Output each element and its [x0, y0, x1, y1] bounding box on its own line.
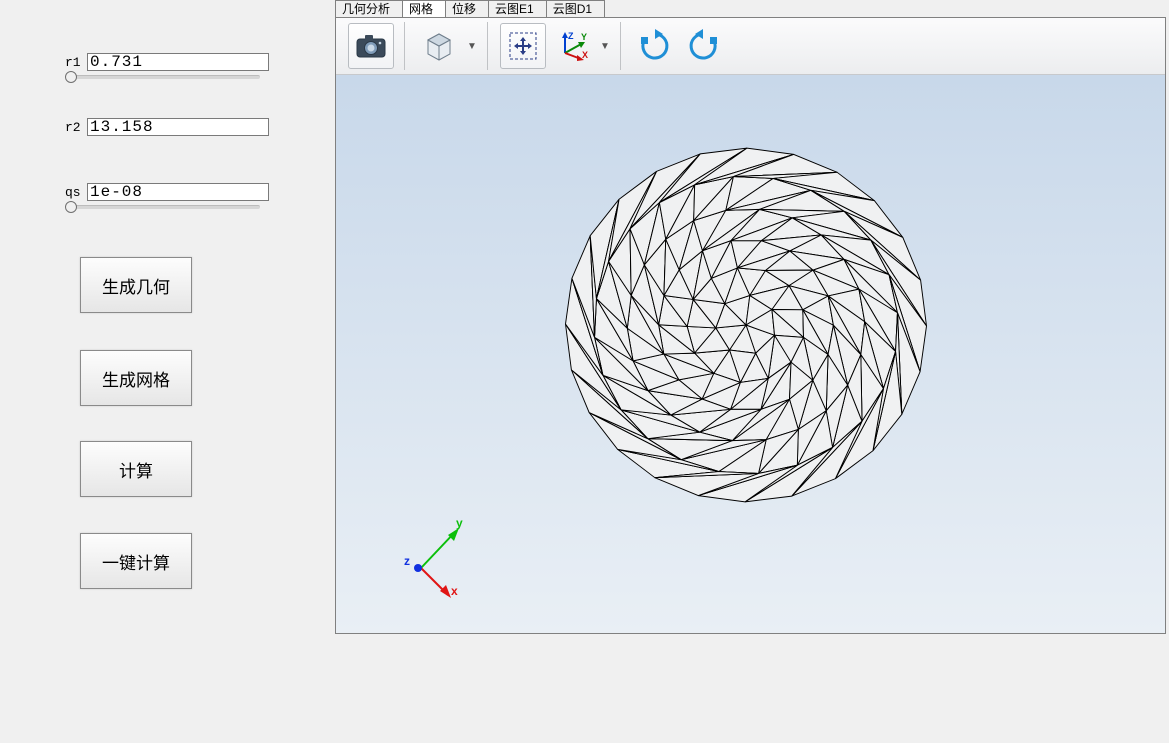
- mesh-display: [556, 135, 936, 515]
- axes-icon: Z Y X: [555, 29, 589, 63]
- viewport-3d[interactable]: y x z: [336, 75, 1165, 633]
- param-label-r1: r1: [65, 55, 81, 70]
- fit-move-button[interactable]: [500, 23, 546, 69]
- triad-y-label: y: [456, 516, 463, 530]
- slider-track: [70, 75, 260, 79]
- tab-cloud-d1[interactable]: 云图D1: [546, 0, 605, 18]
- view-tabs: 几何分析 网格 位移 云图E1 云图D1: [335, 0, 604, 17]
- button-label: 生成网格: [102, 366, 170, 391]
- move-arrows-icon: [508, 31, 538, 61]
- viewer-toolbar: ▼ Z Y: [336, 18, 1165, 75]
- param-label-qs: qs: [65, 185, 81, 200]
- axes-dropdown[interactable]: ▼: [598, 24, 612, 68]
- generate-geometry-button[interactable]: 生成几何: [80, 257, 192, 313]
- param-input-r1[interactable]: [87, 53, 269, 71]
- generate-mesh-button[interactable]: 生成网格: [80, 350, 192, 406]
- triad-x-label: x: [451, 584, 458, 598]
- param-label-r2: r2: [65, 120, 81, 135]
- button-label: 一键计算: [102, 549, 170, 574]
- svg-text:Y: Y: [581, 32, 587, 42]
- param-slider-qs[interactable]: [65, 201, 265, 215]
- param-input-qs[interactable]: [87, 183, 269, 201]
- slider-thumb[interactable]: [65, 201, 77, 213]
- slider-track: [70, 205, 260, 209]
- parameter-panel: r1 r2 qs 生成几何 生成网格: [0, 0, 330, 743]
- rotate-right-icon: [637, 28, 673, 64]
- compute-button[interactable]: 计算: [80, 441, 192, 497]
- camera-icon: [356, 34, 386, 58]
- slider-thumb[interactable]: [65, 71, 77, 83]
- cube-icon: [422, 29, 456, 63]
- axes-triad-button[interactable]: Z Y X: [550, 24, 594, 68]
- orientation-triad: y x z: [396, 513, 486, 603]
- rotate-left-icon: [685, 28, 721, 64]
- rotate-left-button[interactable]: [681, 24, 725, 68]
- svg-text:Z: Z: [568, 31, 574, 41]
- tab-displacement[interactable]: 位移: [445, 0, 489, 18]
- view-box-button[interactable]: [417, 24, 461, 68]
- one-click-compute-button[interactable]: 一键计算: [80, 533, 192, 589]
- tab-mesh[interactable]: 网格: [402, 0, 446, 18]
- viewer-frame: ▼ Z Y: [335, 17, 1166, 634]
- chevron-down-icon: ▼: [600, 41, 610, 52]
- param-input-r2[interactable]: [87, 118, 269, 136]
- tab-geometry-analysis[interactable]: 几何分析: [335, 0, 403, 18]
- rotate-right-button[interactable]: [633, 24, 677, 68]
- button-label: 计算: [119, 457, 153, 482]
- screenshot-button[interactable]: [348, 23, 394, 69]
- button-label: 生成几何: [102, 273, 170, 298]
- chevron-down-icon: ▼: [467, 41, 477, 52]
- svg-text:X: X: [582, 50, 588, 60]
- tab-cloud-e1[interactable]: 云图E1: [488, 0, 547, 18]
- view-box-dropdown[interactable]: ▼: [465, 24, 479, 68]
- triad-z-label: z: [404, 554, 410, 568]
- param-slider-r1[interactable]: [65, 71, 265, 85]
